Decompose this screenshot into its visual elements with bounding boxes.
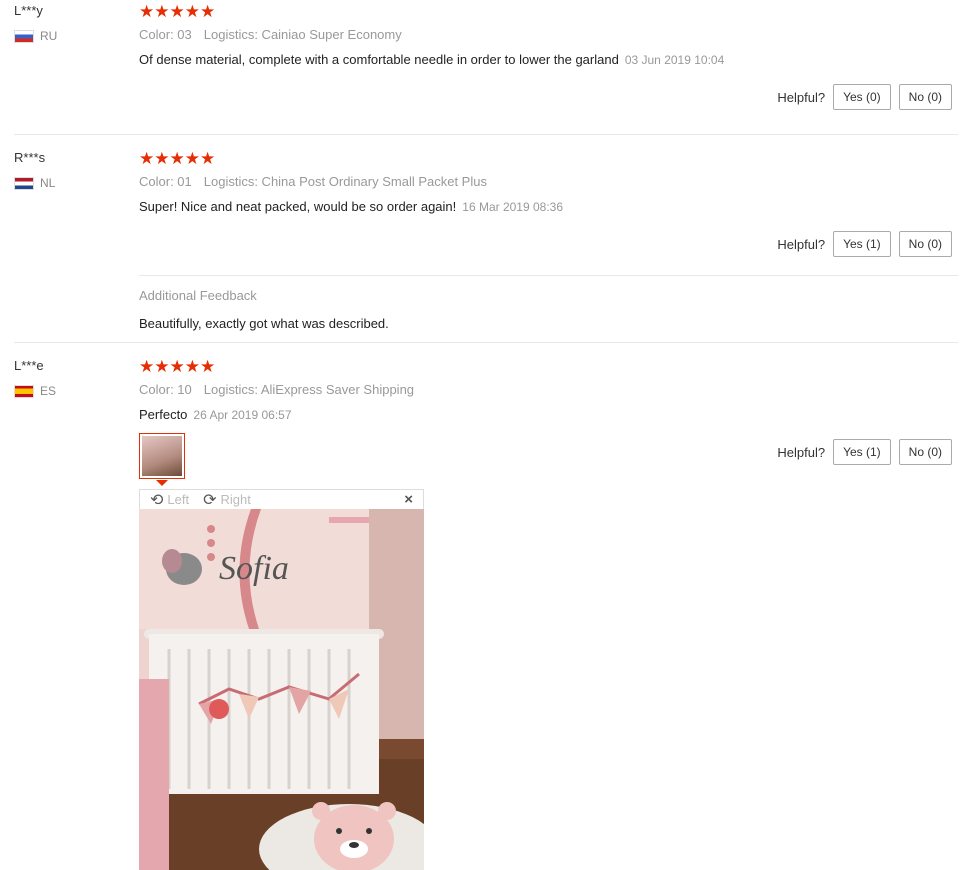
- review-content: Of dense material, complete with a comfo…: [139, 52, 724, 67]
- helpful-label: Helpful?: [777, 444, 826, 460]
- country-code: ES: [40, 384, 57, 398]
- logistics-info: Logistics: China Post Ordinary Small Pac…: [203, 174, 487, 189]
- wall-decal-text: Sofia: [219, 550, 289, 587]
- review-meta: Color: 10 Logistics: AliExpress Saver Shi…: [139, 382, 414, 397]
- review-text: Perfecto: [139, 407, 188, 422]
- color-option: Color: 01: [139, 174, 192, 189]
- reviewer-name: L***y: [14, 3, 43, 18]
- color-option: Color: 10: [139, 382, 192, 397]
- review-text: Super! Nice and neat packed, would be so…: [139, 199, 457, 214]
- review-date: 03 Jun 2019 10:04: [624, 53, 725, 67]
- helpful-label: Helpful?: [777, 89, 826, 105]
- helpful-yes-button[interactable]: Yes (0): [833, 84, 891, 110]
- review-date: 16 Mar 2019 08:36: [462, 200, 564, 214]
- review-divider: [14, 342, 958, 343]
- review-divider: [14, 134, 958, 135]
- close-icon[interactable]: ×: [404, 490, 413, 510]
- review-text: Of dense material, complete with a comfo…: [139, 52, 619, 67]
- thumbnail-image: [142, 436, 182, 476]
- additional-feedback-label: Additional Feedback: [139, 288, 257, 303]
- reviewer-name: R***s: [14, 150, 46, 165]
- country-code: RU: [40, 29, 58, 43]
- rotate-right-label[interactable]: Right: [221, 492, 251, 507]
- logistics-info: Logistics: Cainiao Super Economy: [203, 27, 402, 42]
- helpful-no-button[interactable]: No (0): [898, 84, 952, 110]
- thumbnail-pointer: [156, 480, 168, 486]
- reviewer-country: NL: [14, 176, 55, 190]
- viewer-toolbar: ⟲ Left ⟳ Right ×: [139, 489, 424, 509]
- helpful-controls: Helpful? Yes (1) No (0): [777, 231, 952, 257]
- helpful-controls: Helpful? Yes (0) No (0): [777, 84, 952, 110]
- star-rating: ★★★★★: [139, 357, 216, 376]
- ru-flag-icon: [14, 29, 34, 43]
- logistics-info: Logistics: AliExpress Saver Shipping: [203, 382, 415, 397]
- helpful-controls: Helpful? Yes (1) No (0): [777, 439, 952, 465]
- review-photo: Sofia: [139, 509, 424, 870]
- review-content: Perfecto 26 Apr 2019 06:57: [139, 407, 292, 422]
- helpful-no-button[interactable]: No (0): [898, 231, 952, 257]
- feedback-divider: [139, 275, 958, 276]
- review-photo-thumbnail[interactable]: [139, 433, 185, 479]
- reviewer-country: RU: [14, 29, 57, 43]
- star-rating: ★★★★★: [139, 2, 216, 21]
- review-meta: Color: 01 Logistics: China Post Ordinary …: [139, 174, 487, 189]
- helpful-yes-button[interactable]: Yes (1): [833, 439, 891, 465]
- helpful-no-button[interactable]: No (0): [898, 439, 952, 465]
- country-code: NL: [40, 176, 56, 190]
- review-date: 26 Apr 2019 06:57: [193, 408, 292, 422]
- photo-viewer: ⟲ Left ⟳ Right × Sofia: [139, 489, 424, 870]
- rotate-left-icon[interactable]: ⟲: [150, 490, 163, 510]
- helpful-label: Helpful?: [777, 236, 826, 252]
- reviewer-country: ES: [14, 384, 56, 398]
- color-option: Color: 03: [139, 27, 192, 42]
- reviewer-name: L***e: [14, 358, 44, 373]
- star-rating: ★★★★★: [139, 149, 216, 168]
- nl-flag-icon: [14, 176, 34, 190]
- rotate-left-label[interactable]: Left: [167, 492, 189, 507]
- es-flag-icon: [14, 384, 34, 398]
- additional-feedback-text: Beautifully, exactly got what was descri…: [139, 316, 389, 331]
- rotate-right-icon[interactable]: ⟳: [203, 490, 216, 510]
- helpful-yes-button[interactable]: Yes (1): [833, 231, 891, 257]
- review-content: Super! Nice and neat packed, would be so…: [139, 199, 563, 214]
- review-meta: Color: 03 Logistics: Cainiao Super Econom…: [139, 27, 402, 42]
